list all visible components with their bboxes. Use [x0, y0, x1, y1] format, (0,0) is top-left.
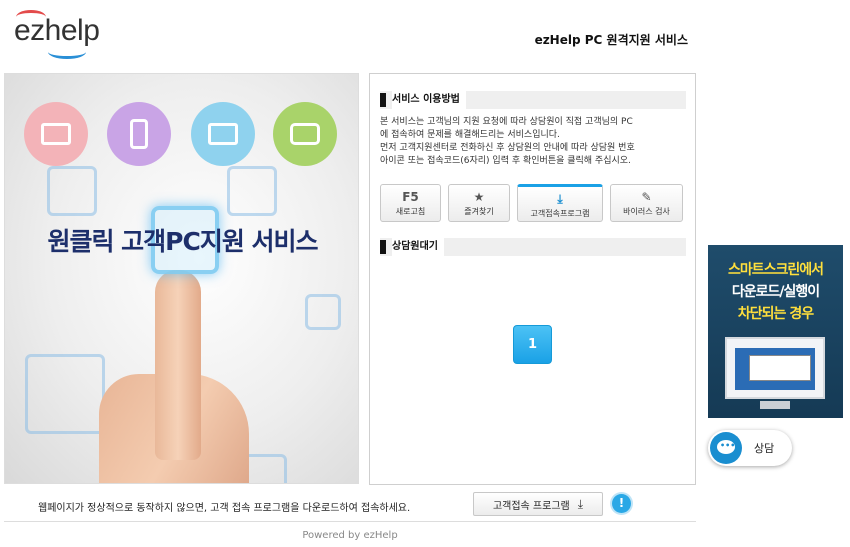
- logo-text: ezhelp: [14, 14, 100, 47]
- desc-line: 본 서비스는 고객님의 지원 요청에 따라 상담원이 직접 고객님의 PC: [380, 117, 633, 127]
- chat-bubble-icon: •••: [710, 432, 742, 464]
- download-icon: ⤓: [557, 192, 563, 206]
- banner-line-2: 다운로드/실행이: [731, 284, 820, 300]
- info-icon[interactable]: !: [612, 494, 631, 513]
- usage-section-header: 서비스 이용방법: [380, 91, 686, 109]
- client-program-button[interactable]: ⤓ 고객접속프로그램: [517, 184, 603, 222]
- section-marker: [380, 93, 386, 107]
- laptop-icon: [24, 102, 88, 166]
- refresh-label: 새로고침: [395, 207, 426, 216]
- star-icon: ★: [473, 190, 485, 204]
- decor-square: [305, 294, 341, 330]
- client-program-label: 고객접속프로그램: [530, 209, 590, 218]
- bookmark-button[interactable]: ★ 즐겨찾기: [448, 184, 510, 222]
- ezhelp-logo[interactable]: ezhelp: [14, 10, 104, 59]
- chat-dots: •••: [720, 441, 736, 450]
- download-program-button[interactable]: 고객접속 프로그램 ⤓: [473, 492, 603, 516]
- tool-buttons: F5 새로고침 ★ 즐겨찾기 ⤓ 고객접속프로그램 ✎ 바이러스 검사: [380, 184, 686, 222]
- desc-line: 에 접속하여 문제를 해결해드리는 서비스입니다.: [380, 130, 560, 140]
- finger-illustration: [155, 270, 201, 460]
- smartscreen-banner[interactable]: 스마트스크린에서 다운로드/실행이 차단되는 경우: [708, 245, 843, 418]
- usage-title: 서비스 이용방법: [392, 91, 466, 109]
- waiting-section-header: 상담원대기: [380, 238, 686, 256]
- usage-description: 본 서비스는 고객님의 지원 요청에 따라 상담원이 직접 고객님의 PC 에 …: [380, 116, 688, 168]
- download-program-label: 고객접속 프로그램: [492, 500, 570, 512]
- tablet-icon: [273, 102, 337, 166]
- desc-line: 먼저 고객지원센터로 전화하신 후 상담원의 안내에 따라 상담원 번호: [380, 143, 635, 153]
- chat-label: 상담: [754, 442, 775, 455]
- fallback-notice: 웹페이지가 정상적으로 동작하지 않으면, 고객 접속 프로그램을 다운로드하여…: [38, 503, 411, 514]
- syringe-icon: ✎: [641, 190, 652, 204]
- mobile-icon: [107, 102, 171, 166]
- f5-icon: F5: [402, 190, 419, 204]
- dialog-illustration: [749, 355, 811, 381]
- download-icon: ⤓: [577, 496, 584, 511]
- monitor-stand: [760, 401, 790, 409]
- virus-scan-button[interactable]: ✎ 바이러스 검사: [610, 184, 683, 222]
- section-marker: [380, 240, 386, 254]
- waiting-title: 상담원대기: [392, 238, 444, 256]
- desc-line: 아이콘 또는 접속코드(6자리) 입력 후 확인버튼을 클릭해 주십시오.: [380, 156, 631, 166]
- decor-square: [227, 166, 277, 216]
- decor-square: [25, 354, 105, 434]
- footer-divider: [4, 521, 696, 522]
- banner-line-3: 차단되는 경우: [737, 306, 814, 322]
- chat-button[interactable]: ••• 상담: [708, 430, 792, 466]
- virus-scan-label: 바이러스 검사: [623, 207, 670, 216]
- decor-square: [47, 166, 97, 216]
- refresh-button[interactable]: F5 새로고침: [380, 184, 441, 222]
- agent-number-button[interactable]: 1: [513, 325, 552, 364]
- monitor-illustration: [725, 337, 825, 399]
- hero-headline: 원클릭 고객PC지원 서비스: [47, 227, 318, 256]
- powered-by: Powered by ezHelp: [302, 530, 398, 541]
- monitor-icon: [191, 102, 255, 166]
- banner-line-1: 스마트스크린에서: [727, 262, 824, 278]
- bookmark-label: 즐겨찾기: [464, 207, 494, 216]
- logo-arc-blue: [48, 45, 86, 59]
- hero-image: 원클릭 고객PC지원 서비스: [4, 73, 359, 484]
- app-title: ezHelp PC 원격지원 서비스: [534, 33, 688, 47]
- service-panel: 서비스 이용방법 본 서비스는 고객님의 지원 요청에 따라 상담원이 직접 고…: [369, 73, 696, 485]
